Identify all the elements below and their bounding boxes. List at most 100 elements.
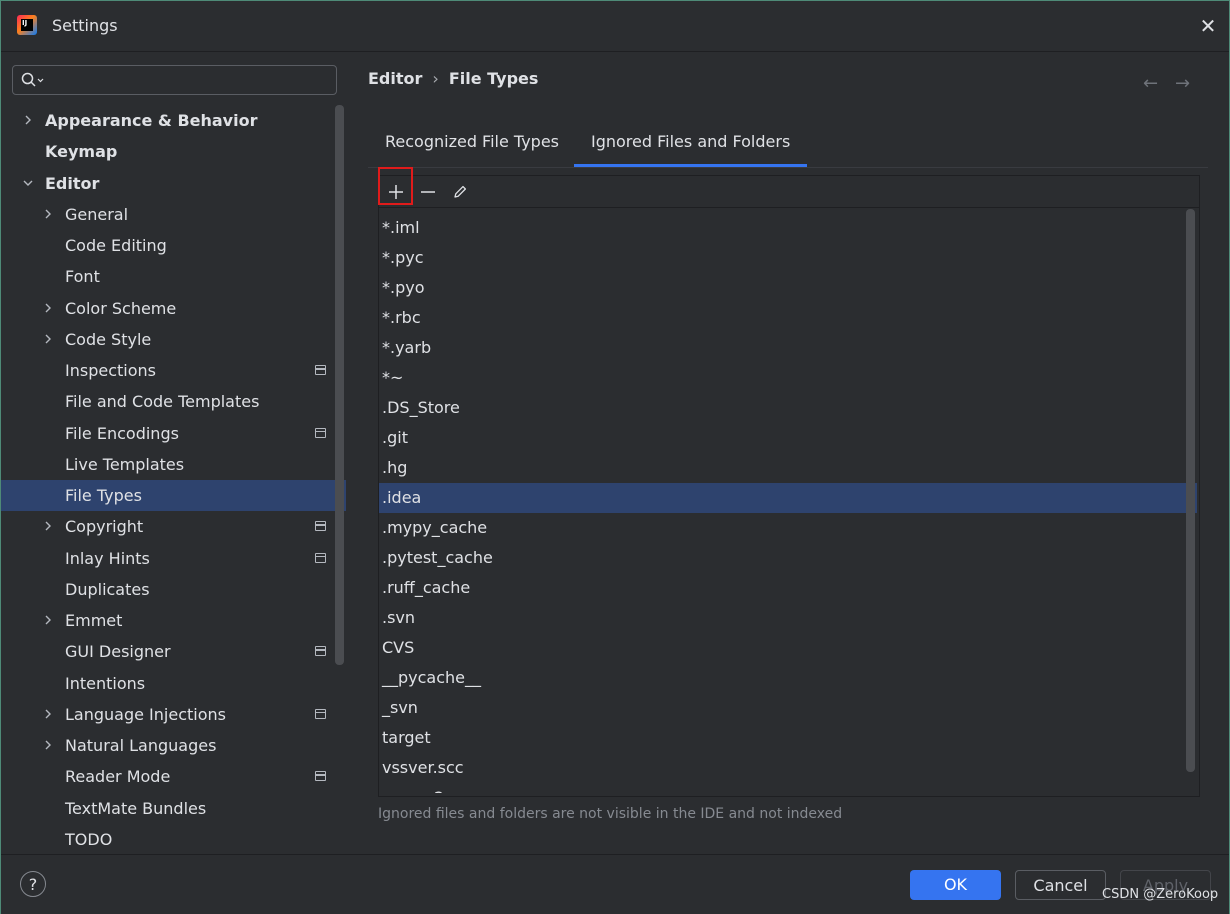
list-item[interactable]: vssver.scc	[379, 753, 1197, 783]
chevron-down-icon[interactable]	[23, 178, 33, 188]
sidebar-item-code-editing[interactable]: Code Editing	[1, 230, 346, 261]
back-arrow-icon[interactable]: ←	[1143, 73, 1158, 94]
project-settings-icon	[315, 708, 326, 719]
chevron-right-icon[interactable]	[43, 740, 53, 750]
sidebar-item-reader-mode[interactable]: Reader Mode	[1, 761, 346, 792]
list-item[interactable]: *.pyc	[379, 243, 1197, 273]
list-item[interactable]: _svn	[379, 693, 1197, 723]
chevron-right-icon[interactable]	[43, 615, 53, 625]
watermark: CSDN @ZeroKoop	[1102, 887, 1219, 902]
sidebar-item-copyright[interactable]: Copyright	[1, 511, 346, 542]
help-button[interactable]: ?	[20, 871, 46, 897]
remove-button[interactable]	[415, 179, 441, 205]
window-title: Settings	[52, 16, 118, 35]
hint-text: Ignored files and folders are not visibl…	[378, 806, 843, 822]
breadcrumb: Editor › File Types	[368, 69, 538, 88]
sidebar-item-color-scheme[interactable]: Color Scheme	[1, 293, 346, 324]
list-item[interactable]: *.iml	[379, 213, 1197, 243]
settings-tree: Appearance & Behavior Keymap Editor General…	[1, 105, 346, 853]
edit-icon	[454, 185, 467, 198]
sidebar-item-label: Copyright	[65, 517, 144, 537]
sidebar-item-natural-languages[interactable]: Natural Languages	[1, 730, 346, 761]
sidebar-item-label: File and Code Templates	[65, 392, 260, 412]
sidebar-item-label: Editor	[45, 173, 100, 193]
list-item[interactable]: .mypy_cache	[379, 513, 1197, 543]
list-item[interactable]: .hg	[379, 453, 1197, 483]
list-item[interactable]: .idea	[379, 483, 1197, 513]
ignored-patterns-list[interactable]: *.iml *.pyc *.pyo *.rbc *.yarb *~ .DS_Store .gi…	[379, 213, 1199, 793]
list-item[interactable]: .git	[379, 423, 1197, 453]
sidebar-item-textmate-bundles[interactable]: TextMate Bundles	[1, 793, 346, 824]
sidebar-item-label: Font	[65, 267, 100, 287]
list-item[interactable]: .pytest_cache	[379, 543, 1197, 573]
sidebar-item-intentions[interactable]: Intentions	[1, 668, 346, 699]
list-item[interactable]: .ruff_cache	[379, 573, 1197, 603]
sidebar-item-label: Color Scheme	[65, 298, 177, 318]
dialog-footer: ? OK Cancel Apply	[1, 854, 1229, 914]
sidebar-item-duplicates[interactable]: Duplicates	[1, 574, 346, 605]
settings-dialog: IJ Settings ✕ Appearance & Behavior Keyma…	[0, 0, 1230, 914]
project-settings-icon	[315, 646, 326, 657]
list-item[interactable]: __pycache__	[379, 663, 1197, 693]
sidebar-item-code-style[interactable]: Code Style	[1, 324, 346, 355]
list-item[interactable]: *.pyo	[379, 273, 1197, 303]
title-bar: IJ Settings ✕	[1, 1, 1229, 52]
sidebar-item-keymap[interactable]: Keymap	[1, 136, 346, 167]
sidebar-item-label: Duplicates	[65, 579, 150, 599]
chevron-right-icon[interactable]	[43, 209, 53, 219]
breadcrumb-separator: ›	[432, 69, 439, 88]
chevron-right-icon[interactable]	[43, 521, 53, 531]
sidebar-item-label: Inlay Hints	[65, 548, 150, 568]
sidebar-item-label: TextMate Bundles	[65, 798, 207, 818]
sidebar-item-label: GUI Designer	[65, 642, 171, 662]
sidebar-item-label: Language Injections	[65, 704, 226, 724]
sidebar-item-gui-designer[interactable]: GUI Designer	[1, 636, 346, 667]
tab-ignored-files-and-folders[interactable]: Ignored Files and Folders	[574, 131, 808, 167]
list-item[interactable]: .DS_Store	[379, 393, 1197, 423]
sidebar-item-appearance-behavior[interactable]: Appearance & Behavior	[1, 105, 346, 136]
list-item[interactable]: target	[379, 723, 1197, 753]
close-icon[interactable]: ✕	[1195, 13, 1221, 39]
chevron-right-icon[interactable]	[43, 709, 53, 719]
sidebar-item-label: Appearance & Behavior	[45, 111, 258, 130]
remove-icon	[421, 191, 435, 193]
list-item[interactable]: *.yarb	[379, 333, 1197, 363]
history-nav: ← →	[1141, 73, 1197, 94]
list-item[interactable]: *~	[379, 363, 1197, 393]
sidebar-item-inspections[interactable]: Inspections	[1, 355, 346, 386]
list-item[interactable]: *.rbc	[379, 303, 1197, 333]
sidebar-scrollbar[interactable]	[335, 105, 344, 665]
project-settings-icon	[315, 365, 326, 375]
breadcrumb-parent[interactable]: Editor	[368, 69, 422, 88]
sidebar-item-file-and-code-templates[interactable]: File and Code Templates	[1, 386, 346, 417]
project-settings-icon	[315, 427, 326, 438]
sidebar-item-editor[interactable]: Editor	[1, 168, 346, 199]
sidebar-item-label: Keymap	[45, 142, 118, 162]
list-scrollbar[interactable]	[1186, 209, 1195, 772]
cancel-button[interactable]: Cancel	[1015, 870, 1106, 900]
search-icon	[21, 72, 44, 87]
forward-arrow-icon[interactable]: →	[1175, 73, 1190, 94]
chevron-right-icon[interactable]	[43, 334, 53, 344]
sidebar-item-emmet[interactable]: Emmet	[1, 605, 346, 636]
sidebar-item-font[interactable]: Font	[1, 261, 346, 292]
sidebar-item-inlay-hints[interactable]: Inlay Hints	[1, 543, 346, 574]
list-item[interactable]: CVS	[379, 633, 1197, 663]
tab-recognized-file-types[interactable]: Recognized File Types	[368, 131, 576, 167]
project-settings-icon	[315, 552, 326, 563]
list-item[interactable]: vssver2.scc	[379, 783, 1197, 793]
sidebar-item-label: File Types	[65, 486, 142, 505]
edit-button[interactable]	[447, 179, 473, 205]
list-item[interactable]: .svn	[379, 603, 1197, 633]
chevron-right-icon[interactable]	[43, 303, 53, 313]
search-input[interactable]	[12, 65, 337, 95]
chevron-right-icon[interactable]	[23, 115, 33, 125]
sidebar-item-file-encodings[interactable]: File Encodings	[1, 418, 346, 449]
ok-button[interactable]: OK	[910, 870, 1001, 900]
sidebar-item-label: TODO	[65, 829, 113, 849]
sidebar-item-live-templates[interactable]: Live Templates	[1, 449, 346, 480]
sidebar-item-general[interactable]: General	[1, 199, 346, 230]
sidebar-item-todo[interactable]: TODO	[1, 824, 346, 853]
sidebar-item-language-injections[interactable]: Language Injections	[1, 699, 346, 730]
sidebar-item-file-types[interactable]: File Types	[1, 480, 346, 511]
